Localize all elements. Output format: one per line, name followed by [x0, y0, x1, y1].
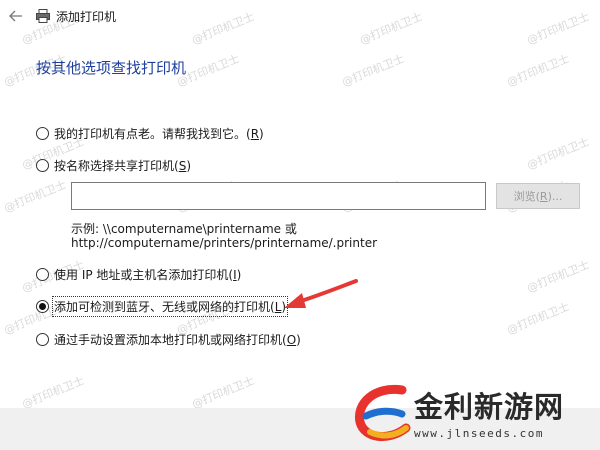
- watermark: @打印机卫士: [505, 52, 572, 89]
- watermark: @打印机卫士: [525, 135, 592, 172]
- add-printer-window: @打印机卫士 @打印机卫士 @打印机卫士 @打印机卫士 @打印机卫士 @打印机卫…: [0, 0, 600, 450]
- option-label: 通过手动设置添加本地打印机或网络打印机(O): [54, 333, 301, 347]
- option-bluetooth-wireless-network[interactable]: 添加可检测到蓝牙、无线或网络的打印机(L): [36, 296, 289, 317]
- radio-button-selected[interactable]: [36, 300, 49, 313]
- option-label: 使用 IP 地址或主机名添加打印机(I): [54, 268, 242, 282]
- option-shared-printer-by-name[interactable]: 按名称选择共享打印机(S): [36, 157, 191, 174]
- logo-emblem-icon: [354, 384, 411, 441]
- option-label: 按名称选择共享打印机(S): [54, 159, 192, 173]
- radio-button[interactable]: [36, 159, 49, 172]
- radio-button[interactable]: [36, 333, 49, 346]
- watermark: @打印机卫士: [20, 374, 87, 411]
- site-logo: 金利新游网 www.jlnseeds.com: [348, 378, 600, 450]
- annotation-arrow-icon: [284, 279, 358, 308]
- example-text-line-2: http://computername/printers/printername…: [71, 236, 378, 250]
- window-title: 添加打印机: [56, 10, 117, 24]
- logo-name: 金利新游网: [414, 390, 565, 424]
- watermark: @打印机卫士: [2, 178, 69, 215]
- option-label: 我的打印机有点老。请帮我找到它。(R): [54, 127, 264, 141]
- page-heading: 按其他选项查找打印机: [36, 59, 187, 77]
- watermark: @打印机卫士: [340, 52, 407, 89]
- title-bar: 添加打印机: [0, 0, 600, 34]
- option-ip-address[interactable]: 使用 IP 地址或主机名添加打印机(I): [36, 266, 241, 283]
- option-label: 添加可检测到蓝牙、无线或网络的打印机(L): [51, 296, 289, 317]
- radio-button[interactable]: [36, 127, 49, 140]
- printer-icon: [36, 9, 50, 23]
- watermark: @打印机卫士: [190, 374, 257, 411]
- option-old-printer[interactable]: 我的打印机有点老。请帮我找到它。(R): [36, 125, 264, 142]
- shared-printer-name-input[interactable]: [71, 182, 486, 210]
- watermark: @打印机卫士: [525, 258, 592, 295]
- radio-button[interactable]: [36, 268, 49, 281]
- example-text-line-1: 示例: \\computername\printername 或: [71, 222, 297, 236]
- option-manual-settings[interactable]: 通过手动设置添加本地打印机或网络打印机(O): [36, 331, 301, 348]
- back-arrow-icon: [9, 10, 22, 22]
- back-button[interactable]: [6, 6, 26, 26]
- browse-button[interactable]: 浏览(R)...: [496, 183, 580, 209]
- logo-url: www.jlnseeds.com: [414, 427, 544, 440]
- watermark: @打印机卫士: [505, 300, 572, 337]
